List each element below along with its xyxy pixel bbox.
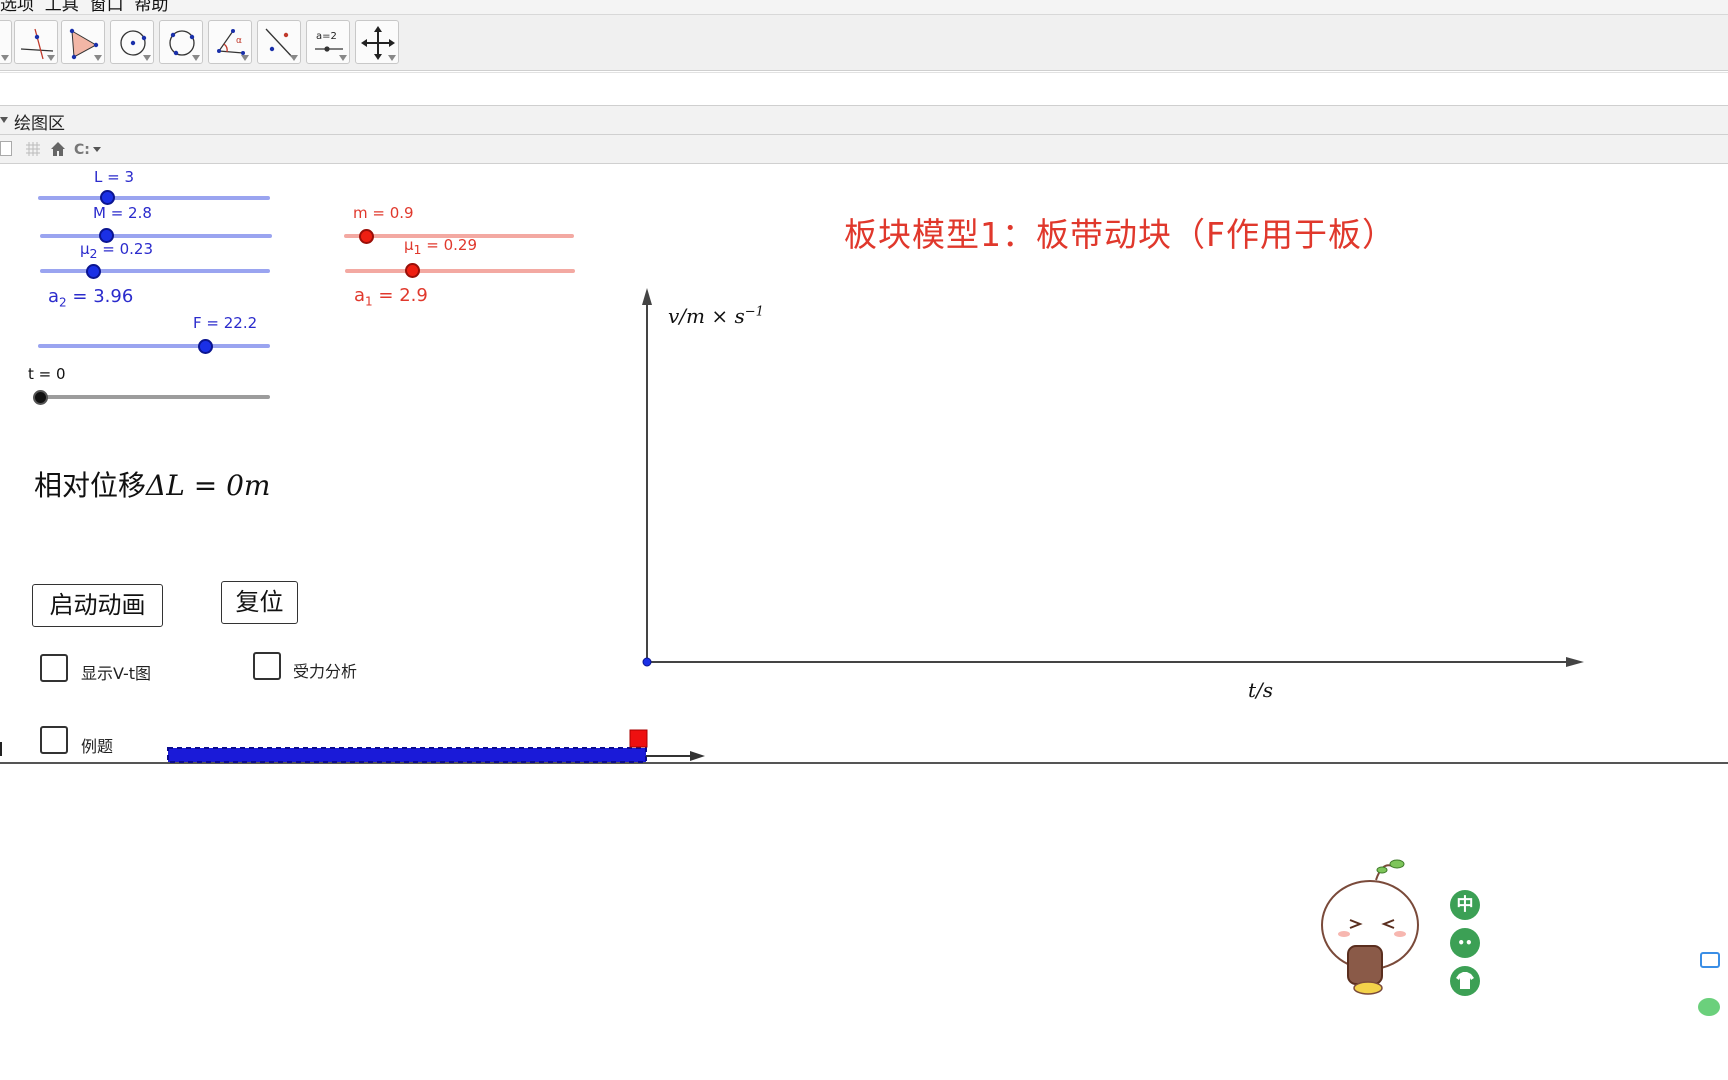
- bilibili-icon[interactable]: [1700, 952, 1720, 968]
- block[interactable]: [629, 729, 648, 748]
- face-icon[interactable]: ••: [1450, 928, 1480, 958]
- wechat-icon[interactable]: [1698, 998, 1720, 1016]
- vt-y-axis-arrow: [642, 288, 652, 305]
- vt-y-axis-label: v/m × s−1: [668, 304, 764, 328]
- mascot-image: [1321, 859, 1419, 995]
- shirt-icon[interactable]: [1450, 966, 1480, 996]
- vt-x-axis-label: t/s: [1248, 678, 1274, 702]
- lang-zh-icon[interactable]: 中: [1450, 890, 1480, 920]
- origin-point[interactable]: [642, 657, 652, 667]
- vt-y-axis-label-exp: −1: [744, 304, 764, 320]
- shirt-glyph-icon: [1456, 972, 1474, 989]
- vt-y-axis-label-text: v/m × s: [668, 304, 745, 328]
- vt-x-axis-arrow: [1566, 657, 1584, 667]
- board-plank[interactable]: [167, 747, 647, 763]
- force-arrow-head: [690, 751, 705, 761]
